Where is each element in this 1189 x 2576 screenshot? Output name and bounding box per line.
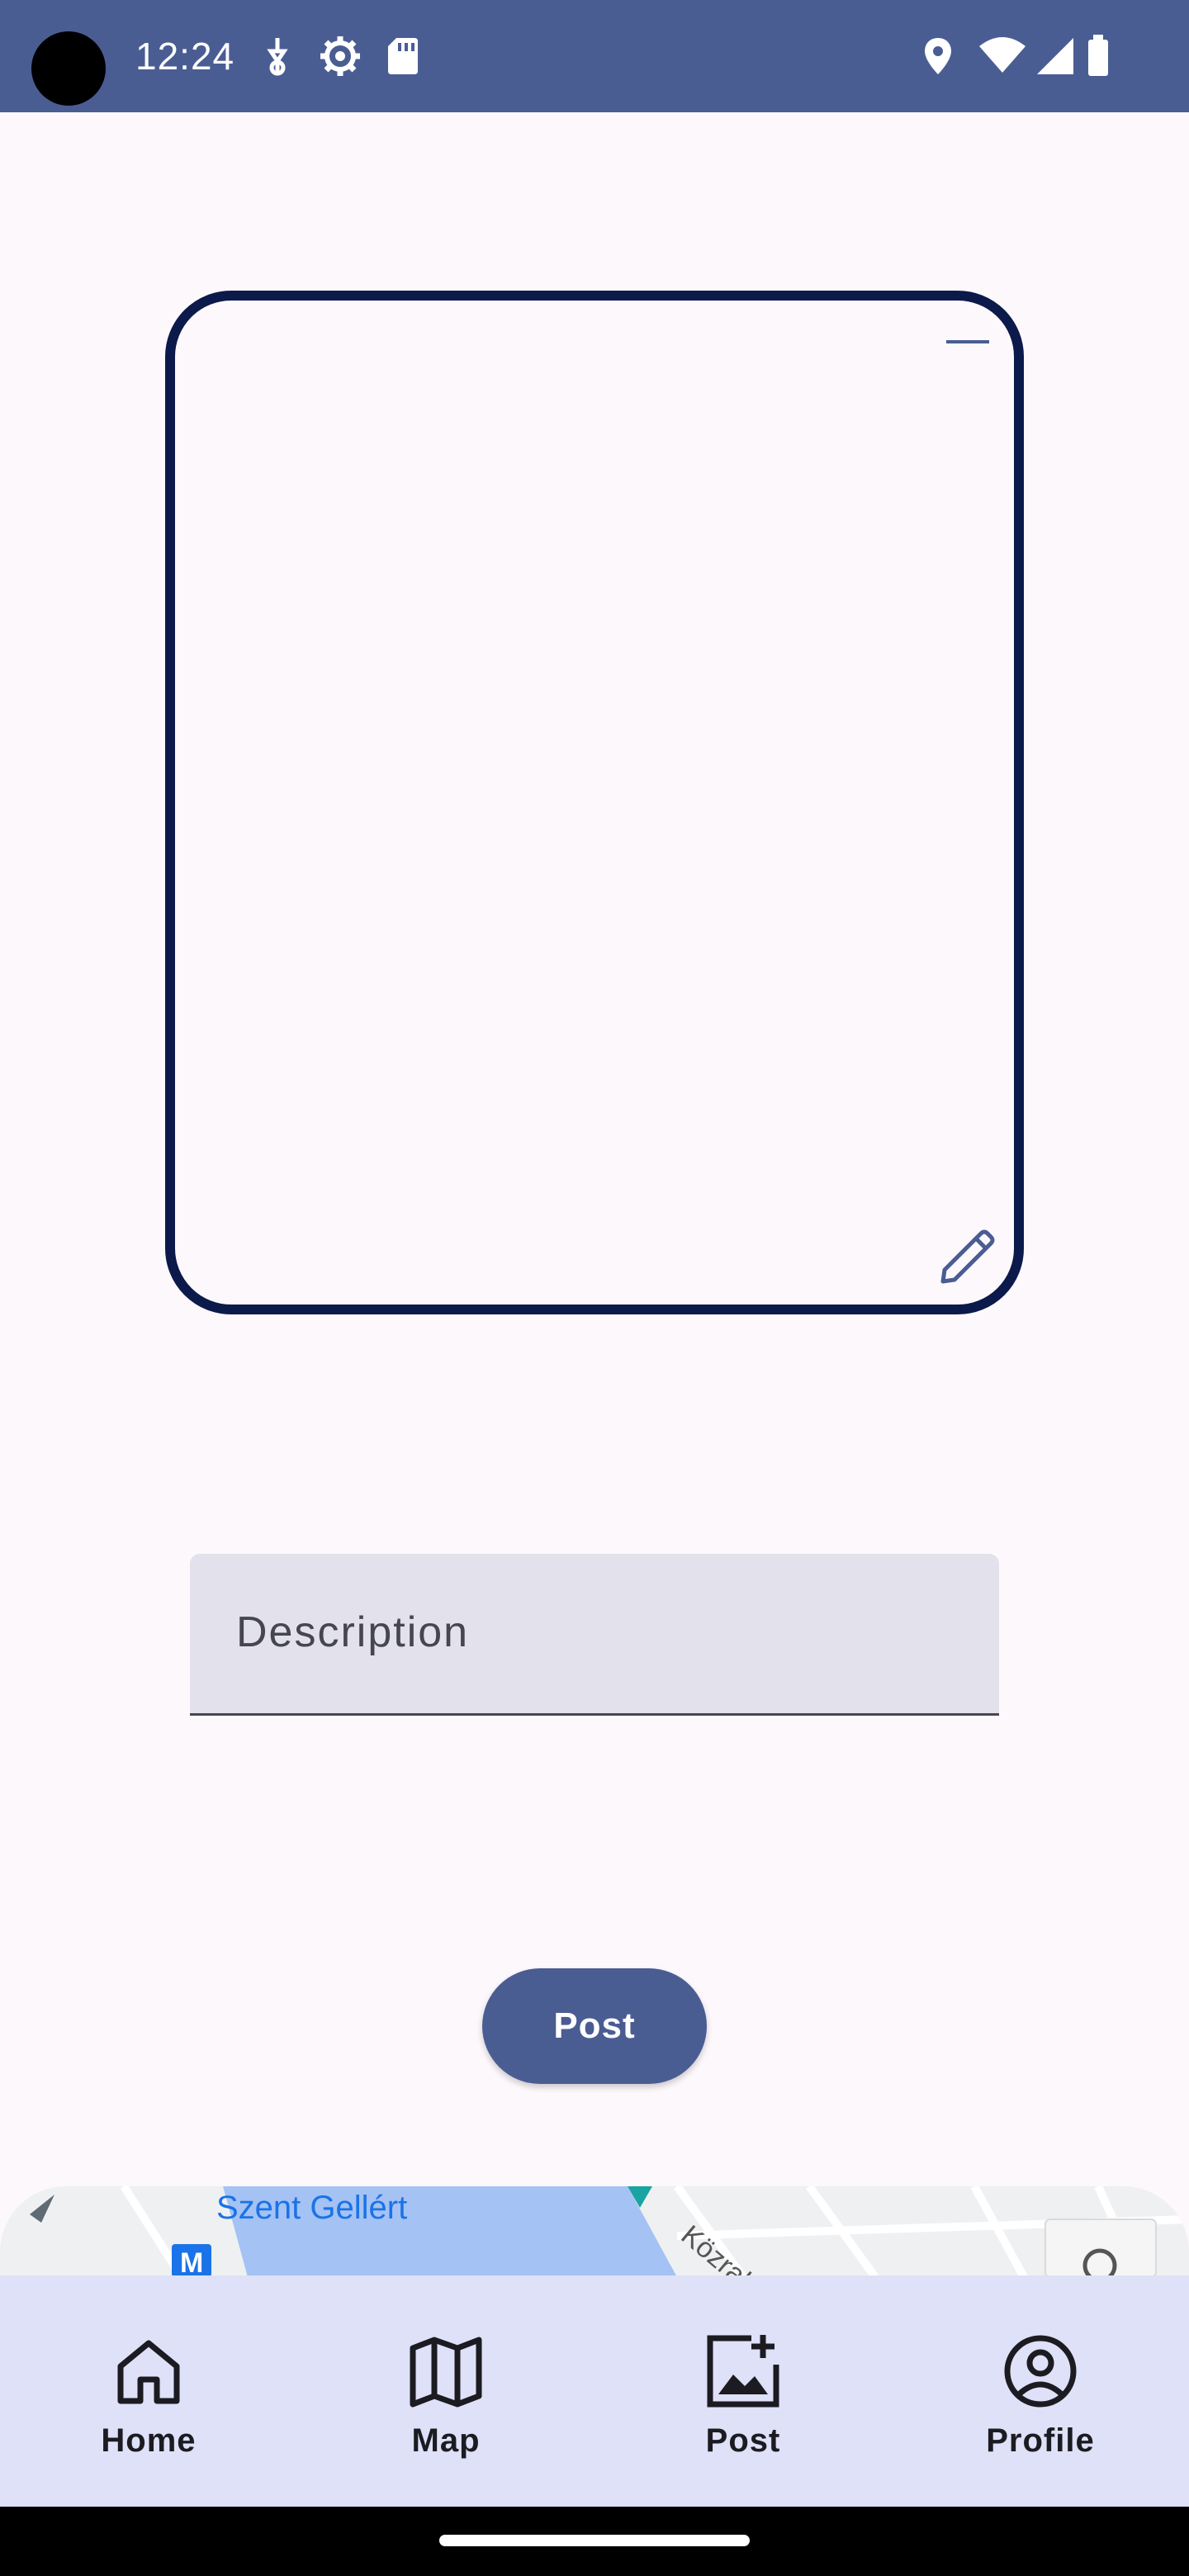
nav-item-profile[interactable]: Profile xyxy=(892,2275,1189,2507)
map-label-szent-gellert: Szent Gellért xyxy=(216,2190,408,2226)
camera-cutout xyxy=(31,31,106,106)
description-field[interactable] xyxy=(190,1554,999,1716)
battery-icon xyxy=(1085,33,1111,79)
home-icon xyxy=(109,2332,188,2411)
image-preview-frame[interactable] xyxy=(165,291,1024,1314)
wifi-icon xyxy=(978,33,1027,79)
nav-label-map: Map xyxy=(411,2422,481,2459)
sd-card-icon xyxy=(386,33,419,79)
nav-label-post: Post xyxy=(705,2422,781,2459)
signal-icon xyxy=(1035,33,1075,79)
gesture-handle[interactable] xyxy=(439,2535,750,2546)
nav-item-home[interactable]: Home xyxy=(0,2275,297,2507)
description-input[interactable] xyxy=(236,1554,953,1711)
nav-item-post[interactable]: Post xyxy=(594,2275,892,2507)
nav-label-home: Home xyxy=(101,2422,197,2459)
account-circle-icon xyxy=(1001,2332,1080,2411)
svg-text:M: M xyxy=(180,2247,203,2277)
nav-label-profile: Profile xyxy=(986,2422,1095,2459)
edit-icon[interactable] xyxy=(935,1224,1001,1290)
map-icon xyxy=(406,2332,486,2411)
status-time: 12:24 xyxy=(135,35,235,78)
status-bar: 12:24 xyxy=(0,0,1189,112)
nav-item-map[interactable]: Map xyxy=(297,2275,594,2507)
map-preview[interactable]: M Szent Gellért Közraktár xyxy=(0,2186,1189,2277)
bottom-navigation: Home Map Post Profile xyxy=(0,2275,1189,2507)
usb-debug-icon xyxy=(263,33,292,79)
system-gesture-bar xyxy=(0,2507,1189,2576)
settings-icon xyxy=(319,33,362,79)
location-icon xyxy=(923,33,953,79)
add-photo-icon xyxy=(703,2332,783,2411)
post-button[interactable]: Post xyxy=(482,1968,707,2084)
remove-icon[interactable] xyxy=(945,334,991,350)
